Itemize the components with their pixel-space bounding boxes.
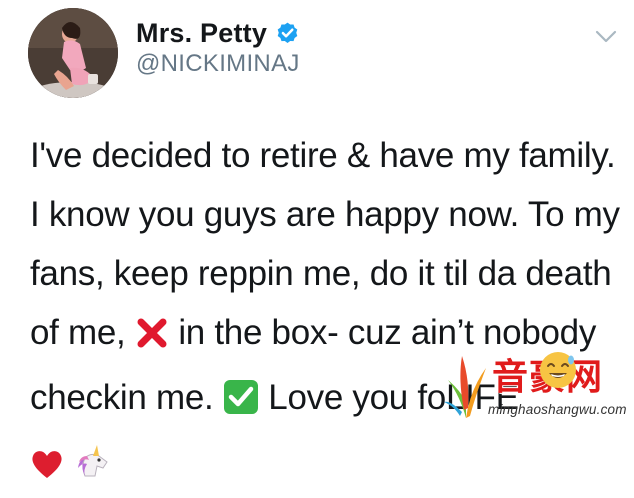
tweet-line-3: fans, keep reppin me, do it til da death: [30, 254, 612, 293]
avatar[interactable]: [28, 8, 118, 98]
tweet-card: Mrs. Petty @NICKIMINAJ I've decided to r…: [0, 0, 634, 478]
tweet-line-1: I've decided to retire & have my family.: [30, 136, 616, 175]
cross-mark-emoji: [135, 309, 169, 368]
tweet-line-4-start: of me,: [30, 313, 135, 352]
red-heart-emoji: [30, 439, 64, 498]
unicorn-emoji: [73, 439, 111, 498]
tweet-line-2: I know you guys are happy now. To my: [30, 195, 620, 234]
verified-badge-icon: [275, 21, 300, 46]
tweet-line-5-start: checkin me.: [30, 378, 223, 417]
tweet-text: I've decided to retire & have my family.…: [30, 126, 626, 498]
avatar-photo: [28, 8, 118, 98]
tweet-line-5-end: Love you fo: [258, 378, 446, 417]
check-mark-emoji: [223, 374, 259, 433]
smiling-face-emoji: [538, 350, 578, 390]
watermark-logo-icon: [444, 356, 486, 418]
chevron-down-icon[interactable]: [594, 26, 618, 46]
tweet-line-6: [30, 433, 626, 498]
author-name-row: Mrs. Petty: [136, 16, 300, 50]
watermark-url: minghaoshangwu.com: [488, 402, 627, 417]
user-handle[interactable]: @NICKIMINAJ: [136, 50, 300, 78]
display-name[interactable]: Mrs. Petty: [136, 18, 267, 49]
watermark: 音豪网 minghaoshangwu.com: [440, 346, 630, 436]
